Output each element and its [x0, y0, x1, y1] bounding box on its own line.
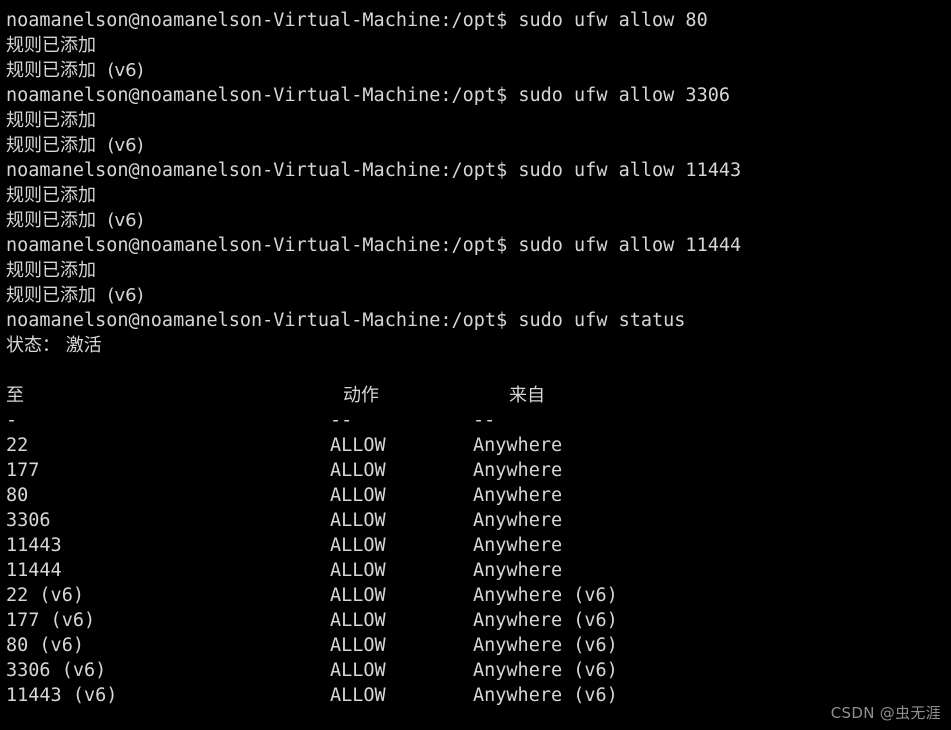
cell-from: Anywhere	[473, 560, 563, 581]
shell-command: sudo ufw status	[518, 310, 686, 331]
table-row: 22 (v6) ALLOW Anywhere (v6)	[6, 583, 951, 608]
shell-command: sudo ufw allow 3306	[518, 85, 730, 106]
terminal-line-output: 规则已添加	[6, 35, 96, 56]
separator-to: -	[6, 410, 18, 431]
terminal-line-output: 规则已添加	[6, 110, 96, 131]
cell-action: ALLOW	[330, 685, 386, 706]
shell-command: sudo ufw allow 11443	[518, 160, 742, 181]
cell-from: Anywhere (v6)	[473, 610, 618, 631]
shell-prompt: noamanelson@noamanelson-Virtual-Machine:…	[6, 310, 519, 331]
cell-from: Anywhere	[473, 535, 563, 556]
terminal-line-output: 规则已添加	[6, 260, 96, 281]
table-row: 3306 ALLOW Anywhere	[6, 508, 951, 533]
terminal-line-command: noamanelson@noamanelson-Virtual-Machine:…	[6, 158, 951, 183]
column-header-from: 来自	[509, 385, 545, 406]
table-row: 22 ALLOW Anywhere	[6, 433, 951, 458]
cell-action: ALLOW	[330, 635, 386, 656]
cell-from: Anywhere (v6)	[473, 585, 618, 606]
cell-from: Anywhere	[473, 510, 563, 531]
terminal-line-command: noamanelson@noamanelson-Virtual-Machine:…	[6, 8, 951, 33]
cell-action: ALLOW	[330, 560, 386, 581]
cell-to: 177 (v6)	[6, 610, 96, 631]
cell-from: Anywhere (v6)	[473, 635, 618, 656]
table-row: 177 (v6) ALLOW Anywhere (v6)	[6, 608, 951, 633]
cell-action: ALLOW	[330, 460, 386, 481]
column-header-to: 至	[6, 385, 24, 406]
status-table-separator: - -- --	[6, 408, 951, 433]
cell-action: ALLOW	[330, 435, 386, 456]
cell-from: Anywhere	[473, 460, 563, 481]
terminal-line-command: noamanelson@noamanelson-Virtual-Machine:…	[6, 308, 951, 333]
terminal-line-output: 规则已添加 (v6)	[6, 135, 144, 156]
shell-command: sudo ufw allow 11444	[518, 235, 742, 256]
cell-to: 11443	[6, 535, 62, 556]
cell-to: 11443 (v6)	[6, 685, 118, 706]
table-row: 11443 ALLOW Anywhere	[6, 533, 951, 558]
column-header-action: 动作	[343, 385, 379, 406]
shell-prompt: noamanelson@noamanelson-Virtual-Machine:…	[6, 85, 519, 106]
cell-to: 177	[6, 460, 40, 481]
terminal-line-command: noamanelson@noamanelson-Virtual-Machine:…	[6, 83, 951, 108]
cell-to: 80 (v6)	[6, 635, 84, 656]
shell-command: sudo ufw allow 80	[518, 10, 708, 31]
separator-action: --	[330, 410, 353, 431]
table-row: 11444 ALLOW Anywhere	[6, 558, 951, 583]
shell-prompt: noamanelson@noamanelson-Virtual-Machine:…	[6, 10, 519, 31]
cell-to: 3306	[6, 510, 51, 531]
terminal-window[interactable]: noamanelson@noamanelson-Virtual-Machine:…	[0, 0, 951, 730]
shell-prompt: noamanelson@noamanelson-Virtual-Machine:…	[6, 235, 519, 256]
table-row: 80 (v6) ALLOW Anywhere (v6)	[6, 633, 951, 658]
cell-action: ALLOW	[330, 660, 386, 681]
terminal-line-command: noamanelson@noamanelson-Virtual-Machine:…	[6, 233, 951, 258]
cell-to: 3306 (v6)	[6, 660, 107, 681]
cell-action: ALLOW	[330, 610, 386, 631]
cell-from: Anywhere	[473, 485, 563, 506]
firewall-status-line: 状态： 激活	[6, 335, 102, 356]
cell-action: ALLOW	[330, 585, 386, 606]
cell-from: Anywhere (v6)	[473, 685, 618, 706]
terminal-line-output: 规则已添加 (v6)	[6, 60, 144, 81]
cell-from: Anywhere	[473, 435, 563, 456]
table-row: 177 ALLOW Anywhere	[6, 458, 951, 483]
status-table-body: 22 ALLOW Anywhere 177 ALLOW Anywhere 80 ALLOW An…	[6, 433, 951, 708]
cell-action: ALLOW	[330, 535, 386, 556]
cell-action: ALLOW	[330, 510, 386, 531]
cell-action: ALLOW	[330, 485, 386, 506]
table-row: 11443 (v6) ALLOW Anywhere (v6)	[6, 683, 951, 708]
separator-from: --	[473, 410, 496, 431]
cell-to: 22	[6, 435, 29, 456]
watermark: CSDN @虫无涯	[830, 704, 941, 722]
terminal-line-output: 规则已添加 (v6)	[6, 285, 144, 306]
cell-to: 80	[6, 485, 29, 506]
terminal-line-output: 规则已添加	[6, 185, 96, 206]
shell-prompt: noamanelson@noamanelson-Virtual-Machine:…	[6, 160, 519, 181]
table-row: 3306 (v6) ALLOW Anywhere (v6)	[6, 658, 951, 683]
cell-from: Anywhere (v6)	[473, 660, 618, 681]
table-row: 80 ALLOW Anywhere	[6, 483, 951, 508]
status-table-header: 至 动作 来自	[6, 383, 951, 408]
terminal-line-output: 规则已添加 (v6)	[6, 210, 144, 231]
cell-to: 11444	[6, 560, 62, 581]
cell-to: 22 (v6)	[6, 585, 84, 606]
